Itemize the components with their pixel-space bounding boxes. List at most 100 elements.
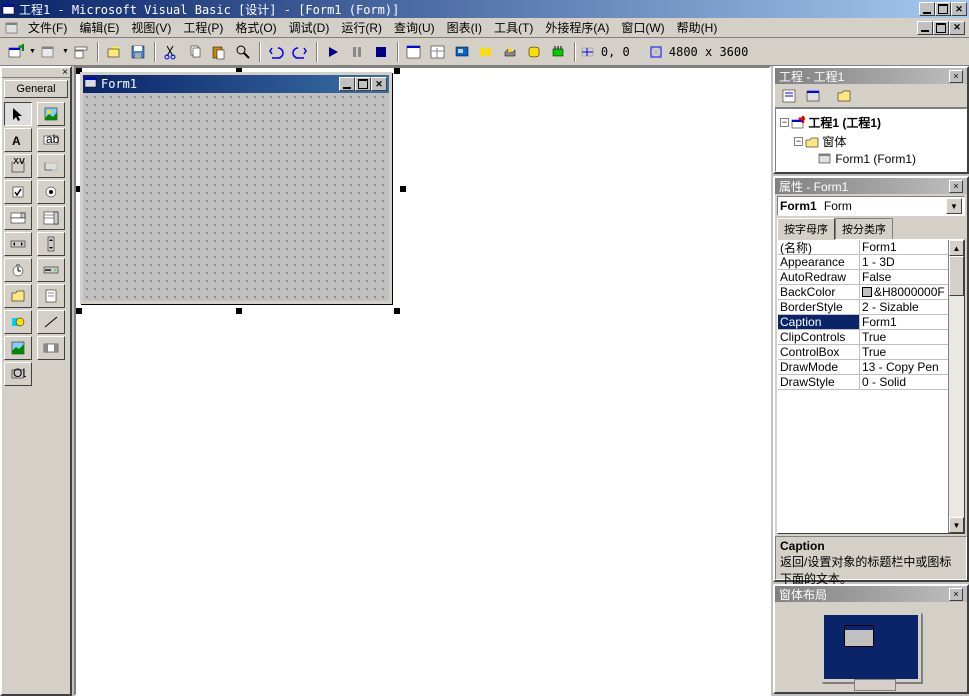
form-close-button[interactable] [371,77,387,91]
minimize-button[interactable] [919,2,935,16]
tool-vscrollbar[interactable] [37,232,65,256]
tool-optionbutton[interactable] [37,180,65,204]
resize-handle[interactable] [394,68,400,74]
tool-checkbox[interactable] [4,180,32,204]
mdi-icon[interactable] [4,20,20,36]
project-panel-close-button[interactable]: × [949,70,963,83]
property-row[interactable]: BorderStyle2 - Sizable [778,300,948,315]
view-code-button[interactable] [777,85,800,107]
close-button[interactable] [951,2,967,16]
form-maximize-button[interactable] [355,77,371,91]
tool-ole[interactable]: OLE [4,362,32,386]
tree-project-node[interactable]: −✚ 工程1 (工程1) [780,113,962,132]
form-minimize-button[interactable] [339,77,355,91]
mdi-close-button[interactable] [949,21,965,35]
property-row[interactable]: ControlBoxTrue [778,345,948,360]
tool-timer[interactable] [4,258,32,282]
object-browser-button[interactable] [475,41,498,63]
tool-dirlistbox[interactable] [4,284,32,308]
mdi-maximize-button[interactable] [933,21,949,35]
property-row[interactable]: ClipControlsTrue [778,330,948,345]
menu-addins[interactable]: 外接程序(A) [539,17,615,38]
tree-folder-node[interactable]: − 窗体 [780,132,962,151]
menu-edit[interactable]: 编辑(E) [73,17,125,38]
toggle-folders-button[interactable] [832,85,855,107]
restore-button[interactable] [935,2,951,16]
menu-view[interactable]: 视图(V) [125,17,177,38]
tool-pointer[interactable] [4,102,32,126]
menu-run[interactable]: 运行(R) [335,17,388,38]
run-button[interactable] [322,41,345,63]
menu-format[interactable]: 格式(O) [229,17,282,38]
data-view-button[interactable] [523,41,546,63]
property-row[interactable]: AutoRedrawFalse [778,270,948,285]
tool-shape[interactable] [4,310,32,334]
tool-frame[interactable]: xv [4,154,32,178]
toolbox-tab-general[interactable]: General [4,80,68,98]
tool-commandbutton[interactable] [37,154,65,178]
scroll-up-button[interactable]: ▲ [949,240,964,256]
tool-image[interactable] [4,336,32,360]
undo-button[interactable] [265,41,288,63]
resize-handle[interactable] [76,308,82,314]
form-designer[interactable]: Form1 [74,66,771,696]
cut-button[interactable] [160,41,183,63]
resize-handle[interactable] [400,186,406,192]
project-explorer-button[interactable] [403,41,426,63]
menu-file[interactable]: 文件(F) [22,17,73,38]
tool-filelistbox[interactable] [37,284,65,308]
menu-help[interactable]: 帮助(H) [671,17,724,38]
copy-button[interactable] [184,41,207,63]
paste-button[interactable] [208,41,231,63]
layout-panel-close-button[interactable]: × [949,588,963,601]
layout-monitor[interactable] [821,612,921,682]
properties-panel-close-button[interactable]: × [949,180,963,193]
tool-label[interactable]: A [4,128,32,152]
mdi-minimize-button[interactable] [917,21,933,35]
resize-handle[interactable] [236,308,242,314]
property-row[interactable]: DrawMode13 - Copy Pen [778,360,948,375]
tool-line[interactable] [37,310,65,334]
find-button[interactable] [232,41,255,63]
properties-object-combo[interactable]: Form1 Form ▼ [777,196,965,216]
tab-alphabetic[interactable]: 按字母序 [777,218,835,240]
property-row[interactable]: DrawStyle0 - Solid [778,375,948,390]
properties-window-button[interactable] [427,41,450,63]
tool-data[interactable] [37,336,65,360]
tool-combobox[interactable] [4,206,32,230]
tool-picturebox[interactable] [37,102,65,126]
properties-scrollbar[interactable]: ▲ ▼ [948,240,964,533]
redo-button[interactable] [289,41,312,63]
properties-grid[interactable]: (名称)Form1Appearance1 - 3DAutoRedrawFalse… [778,240,948,533]
tool-textbox[interactable]: ab| [37,128,65,152]
resize-handle[interactable] [394,308,400,314]
menu-editor-button[interactable] [70,41,93,63]
property-row[interactable]: Appearance1 - 3D [778,255,948,270]
menu-debug[interactable]: 调试(D) [283,17,336,38]
menu-window[interactable]: 窗口(W) [615,17,670,38]
menu-project[interactable]: 工程(P) [177,17,229,38]
component-button[interactable] [547,41,570,63]
tool-listbox[interactable] [37,206,65,230]
scroll-thumb[interactable] [949,256,964,296]
dropdown-arrow-icon[interactable]: ▼ [946,198,962,214]
form-layout-button[interactable] [451,41,474,63]
menu-tools[interactable]: 工具(T) [488,17,539,38]
toolbox-button[interactable] [499,41,522,63]
menu-chart[interactable]: 图表(I) [441,17,488,38]
tool-hscrollbar[interactable] [4,232,32,256]
menu-query[interactable]: 查询(U) [388,17,441,38]
project-tree[interactable]: −✚ 工程1 (工程1) − 窗体 Form1 (Form1) [775,108,967,172]
scroll-down-button[interactable]: ▼ [949,517,964,533]
layout-mini-form[interactable] [844,625,874,647]
pause-button[interactable] [346,41,369,63]
add-project-button[interactable]: ✚ [4,41,27,63]
save-button[interactable] [127,41,150,63]
view-object-button[interactable] [801,85,824,107]
toolbox-close-button[interactable]: × [62,67,68,78]
design-form[interactable]: Form1 [80,72,392,304]
tab-categorized[interactable]: 按分类序 [835,218,893,239]
open-button[interactable] [103,41,126,63]
property-row[interactable]: CaptionForm1 [778,315,948,330]
form-client-area[interactable] [83,93,389,301]
